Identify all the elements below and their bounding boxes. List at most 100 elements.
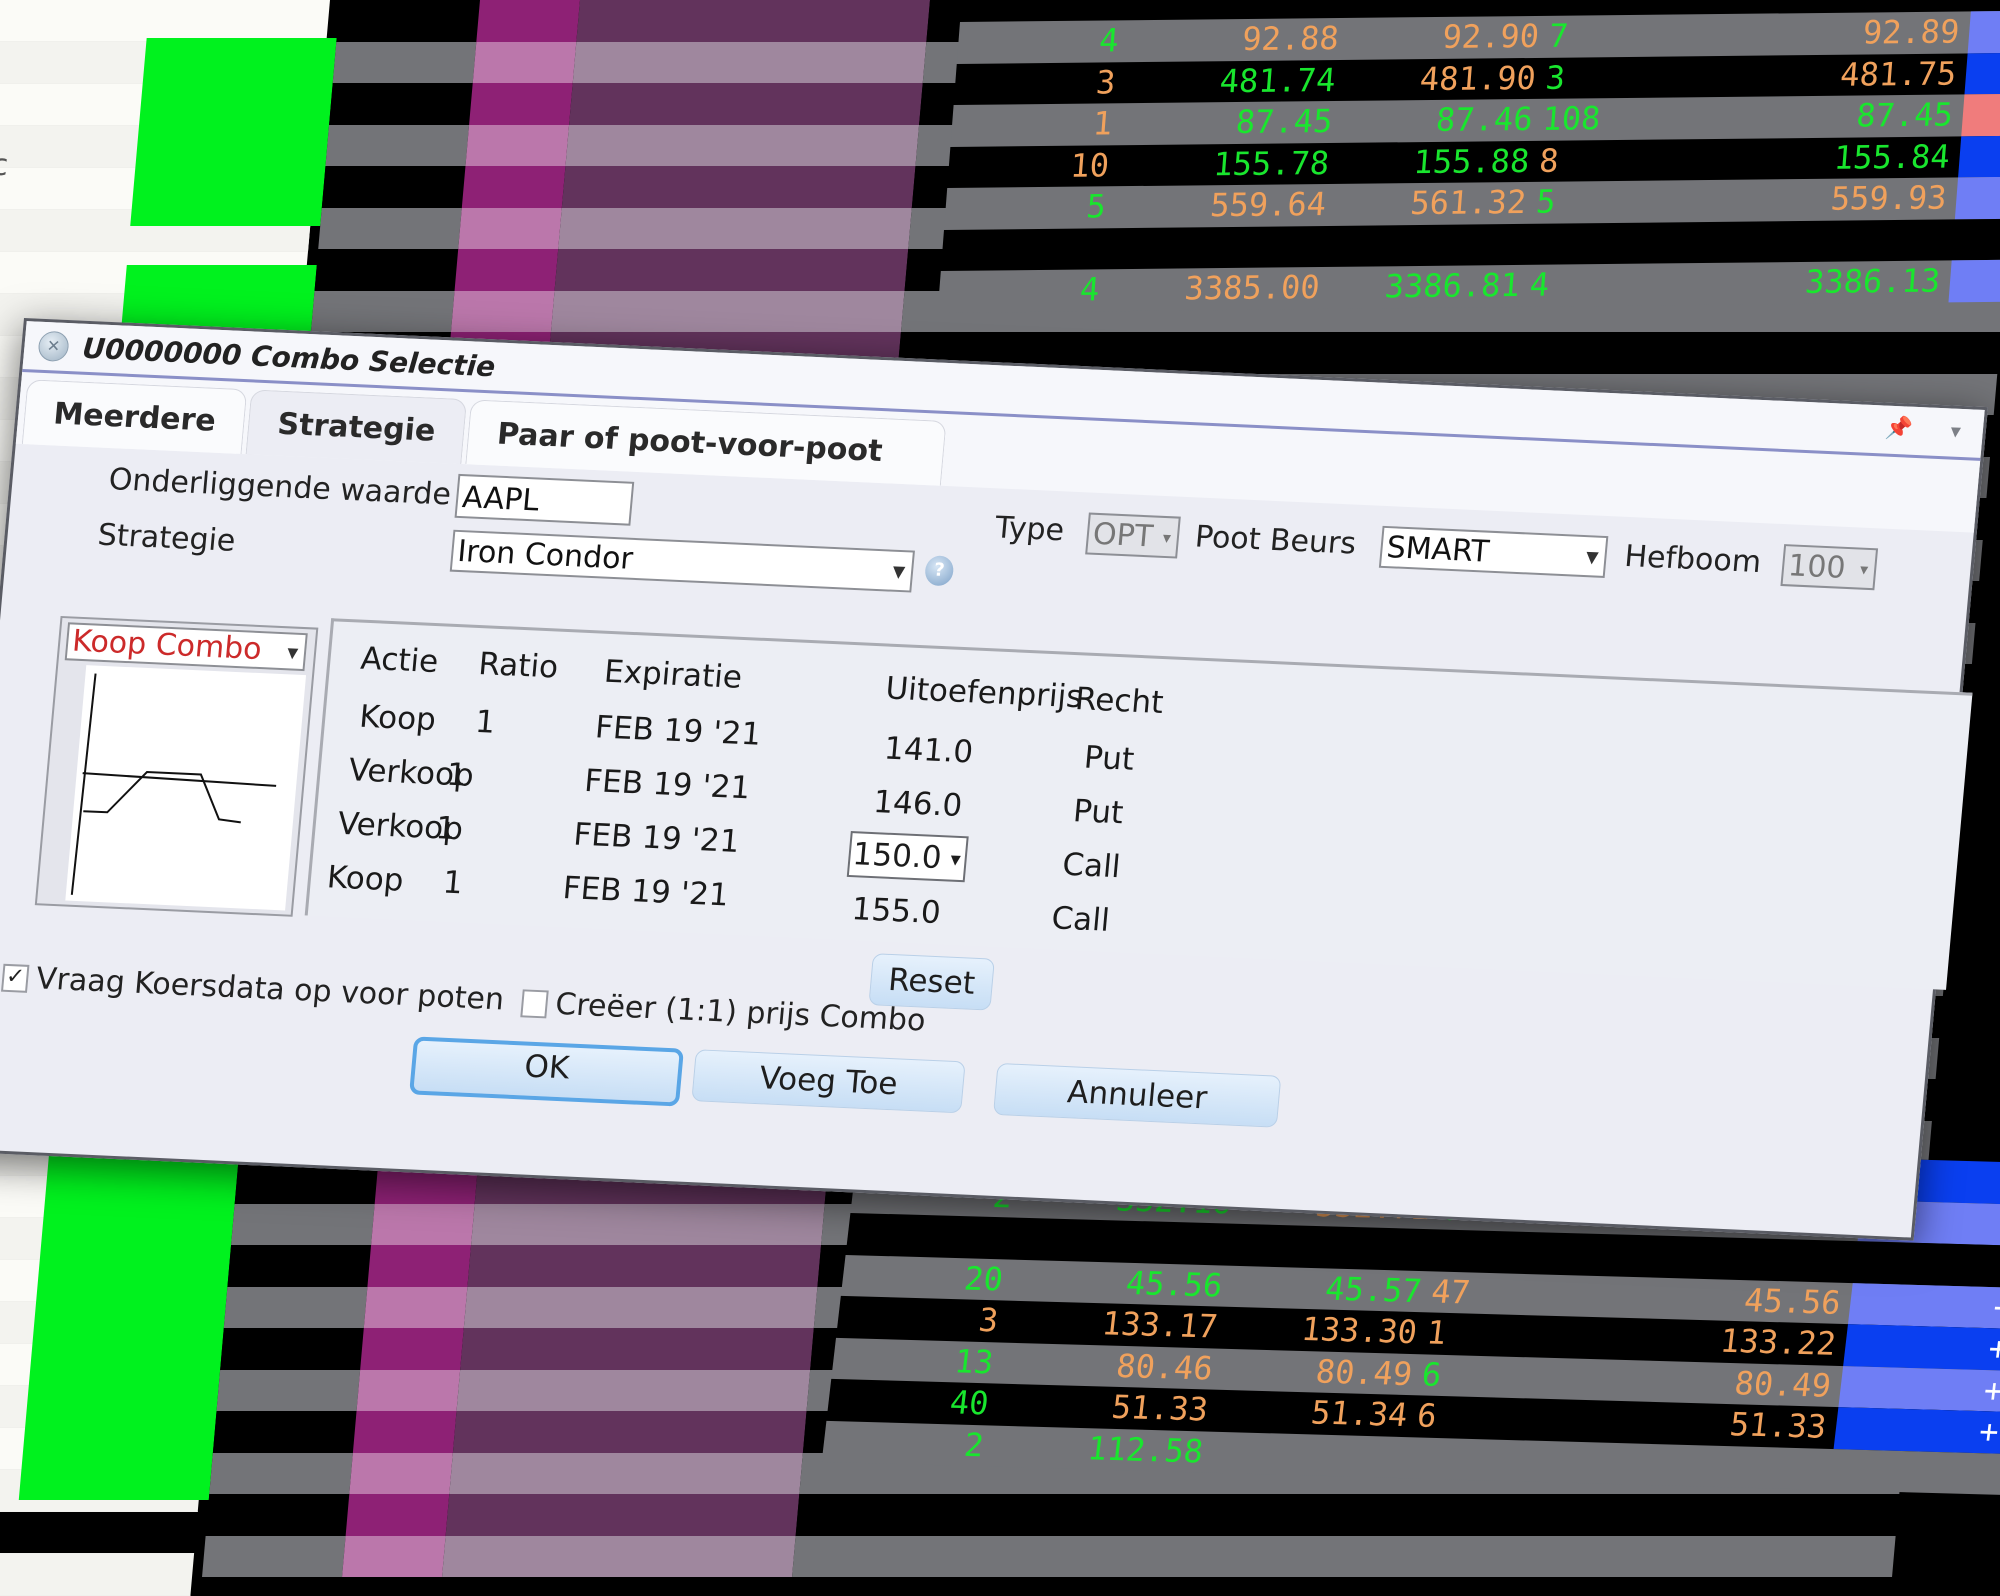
payoff-curve <box>83 771 241 824</box>
ticker-last: 559.93 <box>1829 178 1949 218</box>
strategy-select[interactable]: Iron Condor ▼ <box>449 529 915 593</box>
chevron-down-icon: ▼ <box>891 561 906 582</box>
leg-right: Call <box>1050 900 1112 939</box>
ticker-bid: 155.78 <box>1212 143 1331 183</box>
ticker-table-top: 492.8892.90792.89+1.471.613481.74481.903… <box>937 7 2000 313</box>
tab-meerdere[interactable]: Meerdere <box>21 379 248 455</box>
ticker-bid-size: 1 <box>1091 104 1114 143</box>
stripe-row <box>456 1369 811 1411</box>
stripe-row <box>471 1203 825 1245</box>
ticker-bid: 45.56 <box>1124 1263 1225 1305</box>
stripe-row <box>363 1286 468 1328</box>
stripe-row <box>452 1411 807 1453</box>
ticker-ask: 481.90 <box>1418 58 1538 98</box>
stripe-row <box>454 249 559 291</box>
stripe-row <box>467 1245 822 1287</box>
leg-strike: 155.0 <box>850 891 943 932</box>
ticker-change: -0.21 <box>1961 92 2000 136</box>
status-green-block <box>130 38 337 226</box>
ticker-change <box>1853 1241 2000 1289</box>
ticker-change: +11.75 <box>1964 50 2000 94</box>
stripe-row <box>345 1494 450 1536</box>
ticker-ask: 80.49 <box>1313 1351 1415 1393</box>
ticker-ask: 51.34 <box>1309 1393 1410 1435</box>
multiplier-label: Hefboom <box>1623 538 1763 580</box>
cancel-button[interactable]: Annuleer <box>993 1062 1282 1128</box>
stripe-row <box>450 290 555 332</box>
stripe-row <box>449 1452 803 1494</box>
stripe-row <box>550 290 905 332</box>
stripe-row <box>561 166 916 208</box>
ticker-change: +0.16 <box>1991 1287 2000 1329</box>
add-button[interactable]: Voeg Toe <box>691 1049 966 1114</box>
stripe-row <box>310 290 455 332</box>
header-right: Recht <box>1073 681 1165 722</box>
stripe-row <box>356 1369 461 1411</box>
ticker-ask-size: 6 <box>1415 1396 1439 1435</box>
exchange-select[interactable]: SMART ▼ <box>1378 525 1609 578</box>
close-circle-icon[interactable]: ✕ <box>37 330 70 363</box>
market-data-checkbox[interactable]: ✓ <box>0 963 30 993</box>
stripe-row <box>371 1203 475 1245</box>
stripe-row <box>461 166 566 208</box>
payoff-panel: Koop Combo ▼ <box>34 615 319 917</box>
stripe-row <box>342 1535 446 1577</box>
ticker-change: +1.65 <box>1981 1370 2000 1412</box>
underlying-input[interactable]: AAPL <box>454 473 635 526</box>
chevron-down-icon: ▾ <box>949 846 962 872</box>
ticker-bid: 87.45 <box>1234 102 1334 142</box>
ticker-bid: 133.17 <box>1100 1304 1220 1346</box>
stripe-row <box>576 0 930 42</box>
ok-label: OK <box>522 1048 571 1087</box>
pin-icon[interactable]: 📌 <box>1884 416 1914 442</box>
ticker-ask: 155.88 <box>1412 141 1531 181</box>
dialog-menu-caret-icon[interactable]: ▾ <box>1950 419 1962 443</box>
chevron-down-icon: ▼ <box>1585 547 1600 567</box>
type-select[interactable]: OPT ▾ <box>1085 512 1181 559</box>
ticker-ask-size: 4 <box>1528 265 1551 304</box>
ticker-ask-size: 6 <box>1419 1354 1444 1394</box>
help-icon[interactable]: ? <box>923 555 955 587</box>
legs-table: Actie Ratio Expiratie Uitoefenprijs Rech… <box>304 618 1973 990</box>
market-data-checkbox-label: Vraag Koersdata op voor poten <box>34 961 506 1018</box>
cancel-label: Annuleer <box>1065 1074 1209 1117</box>
multiplier-select[interactable]: 100 ▾ <box>1780 544 1879 591</box>
chevron-down-icon: ▼ <box>286 645 299 662</box>
payoff-y-axis <box>70 673 97 895</box>
left-panel-row <box>0 1554 195 1596</box>
stripe-row <box>792 1535 1896 1577</box>
leg-action: Koop <box>357 698 438 739</box>
ticker-change <box>1952 216 2000 260</box>
stripe-row <box>554 249 909 291</box>
stripe-row <box>349 1452 453 1494</box>
stripe-row <box>476 0 580 42</box>
ticker-bid-size: 3 <box>1094 62 1117 102</box>
stripe-row <box>360 1328 464 1370</box>
header-strike: Uitoefenprijs <box>884 670 1084 716</box>
tab-strategie[interactable]: Strategie <box>245 389 468 464</box>
ticker-ask: 3386.81 <box>1383 265 1522 306</box>
stripe-row <box>202 1535 346 1577</box>
reset-label: Reset <box>886 961 977 1002</box>
stripe-row <box>472 41 577 83</box>
combo-selection-dialog: ✕ U0000000 Combo Selectie 📌 ▾ Meerdere S… <box>0 318 1988 1241</box>
leg-ratio: 1 <box>473 703 497 741</box>
leg-expiry: FEB 19 '21 <box>593 709 763 753</box>
strike-select[interactable]: 150.0 ▾ <box>846 831 969 883</box>
stripe-row <box>572 41 927 83</box>
leg-strike: 146.0 <box>871 784 964 825</box>
stripe-row <box>445 1494 800 1536</box>
combo-side-select[interactable]: Koop Combo ▼ <box>64 622 308 672</box>
price-combo-checkbox[interactable] <box>520 989 549 1019</box>
ticker-ask: 92.90 <box>1441 16 1541 56</box>
stripe-row <box>795 1494 1900 1536</box>
ticker-change: +0.71 <box>1986 1329 2000 1370</box>
stripe-row <box>460 1328 814 1370</box>
chevron-down-icon: ▾ <box>1859 559 1870 579</box>
left-panel-row <box>0 1512 198 1554</box>
ticker-ask: 561.32 <box>1409 182 1528 223</box>
ok-button[interactable]: OK <box>409 1036 684 1107</box>
leg-right: Call <box>1060 846 1122 886</box>
dialog-title: U0000000 Combo Selectie <box>81 331 497 383</box>
strategy-form: Onderliggende waarde AAPL Strategie Iron… <box>0 444 1974 1151</box>
